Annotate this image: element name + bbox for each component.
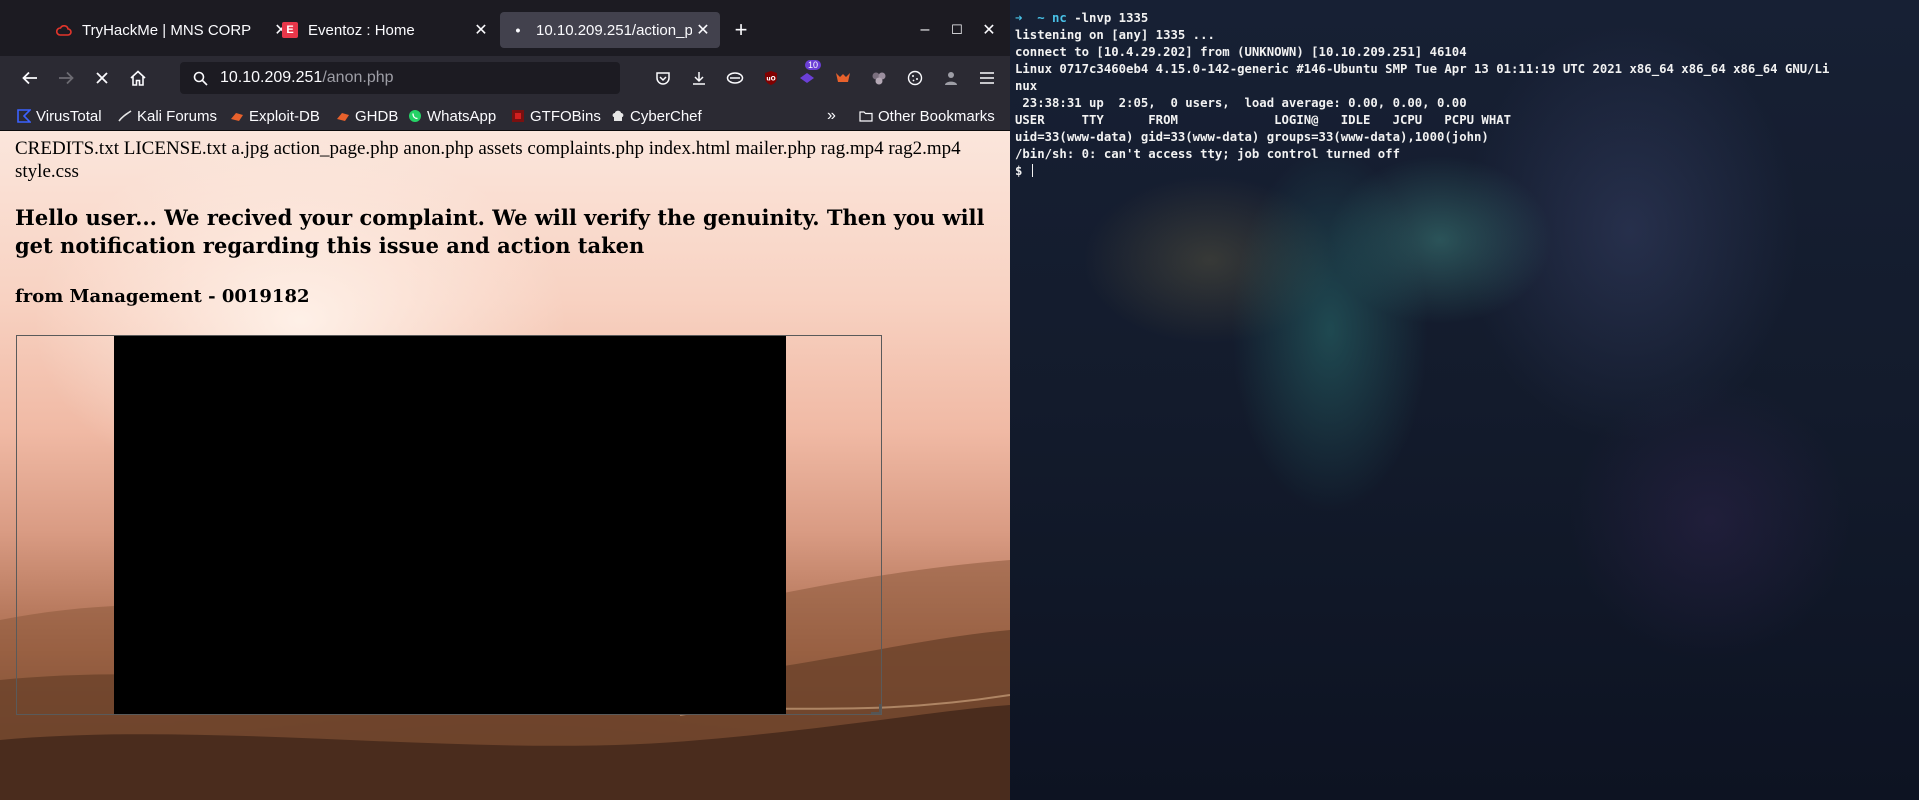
extension-badge-count: 10 (805, 60, 822, 70)
terminal-output: ➜ ~ nc -lnvp 1335 listening on [any] 133… (1015, 10, 1829, 180)
ublock-origin-icon[interactable]: uO (759, 66, 783, 90)
cookie-editor-icon[interactable] (903, 66, 927, 90)
video-player-frame[interactable] (16, 335, 882, 715)
navigation-toolbar: 10.10.209.251/anon.php uO 10 (0, 56, 1010, 100)
minimize-icon[interactable]: – (912, 18, 938, 42)
exploitdb-icon (230, 109, 244, 123)
close-tab-icon[interactable]: ✕ (470, 19, 492, 41)
management-signature: from Management - 0019182 (15, 286, 310, 307)
kali-dragon-icon (118, 109, 132, 123)
new-tab-button[interactable]: + (728, 17, 754, 42)
terminal-line: nux (1015, 79, 1038, 93)
home-icon[interactable] (122, 62, 154, 94)
whatsapp-icon (408, 109, 422, 123)
directory-listing: CREDITS.txt LICENSE.txt a.jpg action_pag… (15, 138, 961, 182)
bookmark-ghdb[interactable]: GHDB (336, 106, 398, 126)
back-arrow-icon[interactable] (14, 62, 46, 94)
tab-title: TryHackMe | MNS CORP (82, 21, 252, 39)
complaint-notice-heading: Hello user... We recived your complaint.… (15, 205, 985, 258)
bookmark-cyberchef[interactable]: CyberChef (611, 106, 702, 126)
terminal-line: USER TTY FROM LOGIN@ IDLE JCPU PCPU WHAT (1015, 113, 1512, 127)
text-cursor (1031, 164, 1033, 177)
terminal-line: listening on [any] 1335 ... (1015, 28, 1215, 42)
bookmark-kali-forums[interactable]: Kali Forums (118, 106, 217, 126)
close-tab-icon[interactable]: ✕ (692, 19, 714, 41)
bookmark-label: Kali Forums (137, 107, 218, 125)
tab-tryhackme[interactable]: TryHackMe | MNS CORP ✕ (46, 12, 298, 48)
prompt-directory: ~ (1037, 11, 1045, 25)
other-bookmarks[interactable]: Other Bookmarks (859, 106, 995, 126)
foxyproxy-icon[interactable] (831, 66, 855, 90)
loading-dot-icon: • (515, 22, 521, 38)
close-window-icon[interactable]: ✕ (976, 18, 1002, 42)
bookmark-whatsapp[interactable]: WhatsApp (408, 106, 496, 126)
firefox-window: TryHackMe | MNS CORP ✕ E Eventoz : Home … (0, 0, 1010, 800)
eventoz-e-icon: E (282, 22, 298, 38)
terminal-line: uid=33(www-data) gid=33(www-data) groups… (1015, 130, 1489, 144)
more-bookmarks-chevron-icon[interactable]: » (827, 106, 836, 126)
svg-text:uO: uO (766, 76, 775, 83)
command-args: -lnvp 1335 (1074, 11, 1149, 25)
gtfobins-icon (511, 109, 525, 123)
pocket-icon[interactable] (651, 66, 675, 90)
resize-handle-icon[interactable] (871, 704, 881, 714)
bookmark-label: VirusTotal (36, 107, 102, 125)
ghdb-icon (336, 109, 350, 123)
bookmark-label: GHDB (355, 107, 399, 125)
tab-title: 10.10.209.251/action_page.php (536, 21, 692, 39)
terminal-window[interactable]: ➜ ~ nc -lnvp 1335 listening on [any] 133… (1010, 0, 1919, 800)
terminal-line: 23:38:31 up 2:05, 0 users, load average:… (1015, 96, 1467, 110)
extension-badge-icon[interactable]: 10 (795, 60, 822, 90)
tryhackme-cloud-icon (56, 22, 72, 38)
video-player[interactable] (114, 336, 786, 714)
library-icon[interactable] (723, 66, 747, 90)
tab-title: Eventoz : Home (308, 21, 415, 39)
tab-strip: TryHackMe | MNS CORP ✕ E Eventoz : Home … (0, 0, 1010, 56)
terminal-line: Linux 0717c3460eb4 4.15.0-142-generic #1… (1015, 62, 1830, 76)
cyberchef-icon (611, 109, 625, 123)
terminal-line: connect to [10.4.29.202] from (UNKNOWN) … (1015, 45, 1467, 59)
bookmark-label: GTFOBins (530, 107, 601, 125)
virustotal-icon (17, 109, 31, 123)
downloads-icon[interactable] (687, 66, 711, 90)
address-bar[interactable]: 10.10.209.251/anon.php (180, 62, 620, 94)
search-icon (180, 71, 220, 86)
user-agent-switcher-icon[interactable] (939, 66, 963, 90)
shell-prompt: $ (1015, 164, 1023, 178)
bookmark-label: Exploit-DB (249, 107, 320, 125)
bookmark-gtfobins[interactable]: GTFOBins (511, 106, 601, 126)
command-name: nc (1052, 11, 1067, 25)
url-host: 10.10.209.251 (220, 69, 323, 86)
bookmarks-toolbar: VirusTotal Kali Forums Exploit-DB GHDB W… (0, 100, 1010, 131)
folder-icon (859, 109, 873, 123)
maximize-icon[interactable]: ☐ (944, 18, 970, 42)
bookmark-exploit-db[interactable]: Exploit-DB (230, 106, 320, 126)
hamburger-menu-icon[interactable] (975, 66, 999, 90)
page-content: CREDITS.txt LICENSE.txt a.jpg action_pag… (0, 131, 1010, 800)
terminal-line: /bin/sh: 0: can't access tty; job contro… (1015, 147, 1400, 161)
bookmark-label: CyberChef (630, 107, 702, 125)
bookmark-virustotal[interactable]: VirusTotal (17, 106, 102, 126)
forward-arrow-icon[interactable] (50, 62, 82, 94)
tab-action-page[interactable]: • 10.10.209.251/action_page.php ✕ (500, 12, 720, 48)
url-path: /anon.php (322, 69, 394, 86)
wappalyzer-icon[interactable] (867, 66, 891, 90)
stop-loading-icon[interactable] (86, 62, 118, 94)
bookmark-label: Other Bookmarks (878, 107, 995, 125)
prompt-arrow-icon: ➜ (1015, 11, 1023, 25)
bookmark-label: WhatsApp (427, 107, 497, 125)
tab-eventoz[interactable]: E Eventoz : Home ✕ (272, 12, 498, 48)
